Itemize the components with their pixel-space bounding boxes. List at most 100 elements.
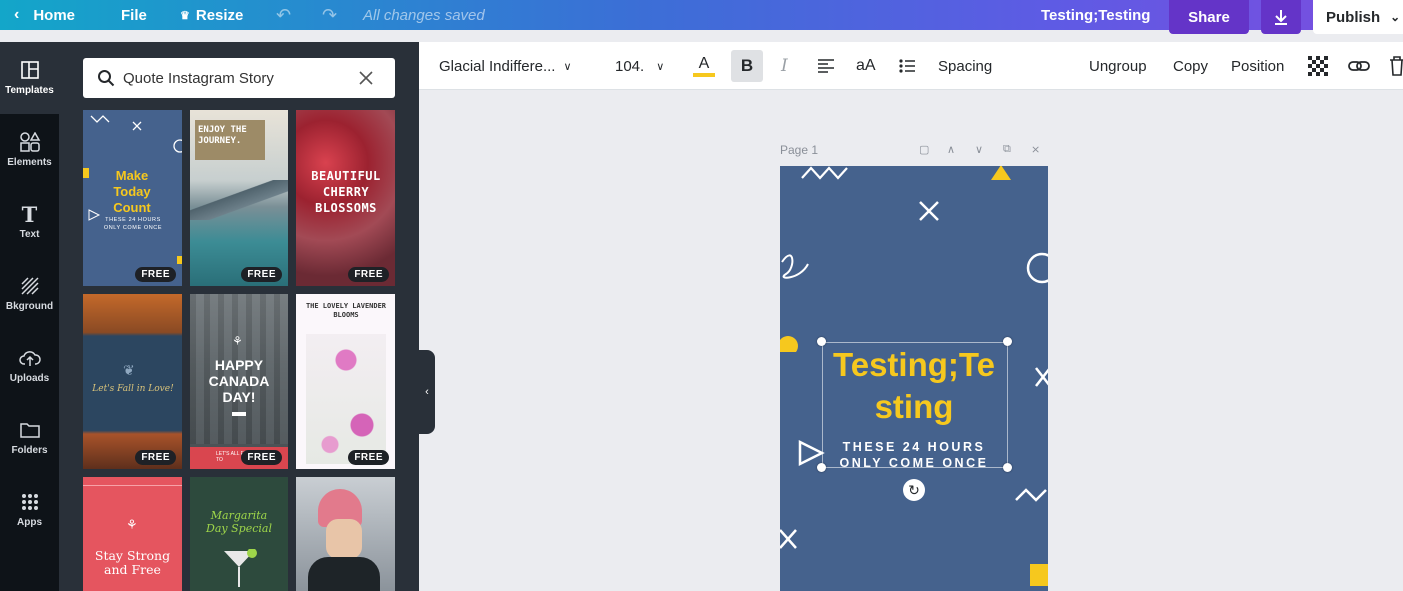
font-size-value: 104. [615,57,645,75]
cocktail-icon [224,549,257,587]
nav-elements[interactable]: Elements [0,114,59,186]
chevron-left-icon: ‹ [425,386,429,398]
template-card[interactable]: ❦ Let's Fall in Love! FREE [83,294,182,469]
nav-background[interactable]: Bkground [0,258,59,330]
position-button[interactable]: Position [1231,42,1284,90]
face-image [326,519,362,559]
template-card[interactable]: Margarita Day Special [190,477,288,591]
apps-grid-icon [21,494,38,510]
template-card[interactable]: BEAUTIFUL CHERRY BLOSSOMS FREE [296,110,395,286]
home-button[interactable]: ‹ Home [14,0,75,30]
jacket-image [308,557,380,591]
font-size-select[interactable]: 104. ∨ [615,42,664,90]
undo-icon[interactable]: ↶ [276,0,291,30]
move-page-up-icon[interactable]: ∧ [947,143,955,156]
page-label: Page 1 [780,143,819,157]
italic-button[interactable]: I [781,42,788,90]
font-name: Glacial Indiffere... [439,57,556,75]
top-bar: ‹ Home File ♛ Resize ↶ ↷ All changes sav… [0,0,1403,34]
template-title: THE LOVELY LAVENDER BLOOMS [305,302,387,319]
resize-button[interactable]: ♛ Resize [180,0,243,30]
text-color-icon: A [698,54,710,72]
redo-icon[interactable]: ↷ [322,0,337,30]
nav-label: Text [19,229,40,240]
folder-icon [19,423,40,438]
free-badge: FREE [135,267,176,282]
free-badge: FREE [241,267,282,282]
link-icon [1348,61,1370,71]
copy-button[interactable]: Copy [1173,42,1208,90]
spacing-button[interactable]: Spacing [938,42,992,90]
move-page-down-icon[interactable]: ∨ [975,143,983,156]
delete-button[interactable] [1389,42,1403,90]
template-title: Stay Strong and Free [94,548,171,577]
template-search[interactable] [83,58,395,98]
template-title-text: ENJOY THE JOURNEY. [198,125,247,146]
text-toolbar: Glacial Indiffere... ∨ 104. ∨ A B I aA S… [419,42,1403,90]
file-menu-button[interactable]: File [121,0,147,30]
crown-icon: ♛ [180,9,190,22]
design-canvas[interactable]: Testing;Te sting THESE 24 HOURS ONLY COM… [780,166,1048,591]
nav-label: Folders [11,445,48,456]
align-left-icon [818,59,834,73]
nav-folders[interactable]: Folders [0,402,59,474]
transparency-button[interactable] [1308,42,1328,90]
ungroup-button[interactable]: Ungroup [1089,42,1147,90]
bold-button[interactable]: B [731,50,763,82]
templates-icon [20,61,39,79]
delete-page-icon[interactable]: ⨯ [1031,143,1040,156]
mountain-image [190,180,288,220]
template-card[interactable] [296,477,395,591]
transparency-icon [1308,56,1328,76]
nav-templates[interactable]: Templates [0,42,59,114]
nav-apps[interactable]: Apps [0,474,59,546]
nav-label: Templates [5,85,54,96]
headline-text[interactable]: Testing;Te sting [820,344,1008,428]
divider [83,485,182,486]
template-title: HAPPY CANADA DAY! [208,357,270,405]
maple-leaf-icon: ⚘ [232,334,243,348]
link-button[interactable] [1348,42,1370,90]
nav-label: Elements [7,157,52,168]
template-card[interactable]: ENJOY THE JOURNEY. FREE [190,110,288,286]
template-subtitle: THESE 24 HOURS ONLY COME ONCE [103,217,163,231]
template-card[interactable]: ⚘ HAPPY CANADA DAY! LET'S ALL FUN TO FRE… [190,294,288,469]
chevron-down-icon: ∨ [656,60,665,73]
collapse-panel-button[interactable]: ‹ [419,350,435,434]
maple-leaf-icon: ⚘ [126,517,138,532]
resize-handle[interactable] [1003,463,1012,472]
template-card[interactable]: THE LOVELY LAVENDER BLOOMS FREE [296,294,395,469]
clear-search-icon[interactable] [359,71,373,85]
side-nav-rail: Templates Elements T Text Bkground Uploa… [0,42,59,591]
elements-icon [19,132,40,152]
nav-text[interactable]: T Text [0,186,59,258]
free-badge: FREE [241,450,282,465]
duplicate-page-icon[interactable]: ⧉ [1003,143,1011,156]
align-button[interactable] [817,42,835,90]
nav-label: Uploads [9,373,50,384]
letter-case-button[interactable]: aA [856,42,876,90]
publish-button[interactable]: Publish ⌄ [1313,0,1403,34]
template-card[interactable]: ⚘ Stay Strong and Free [83,477,182,591]
search-icon [98,70,115,87]
template-title: Margarita Day Special [206,509,272,535]
document-title[interactable]: Testing;Testing [1041,0,1150,30]
font-family-select[interactable]: Glacial Indiffere... ∨ [439,42,572,90]
templates-panel: Make Today Count THESE 24 HOURS ONLY COM… [59,42,419,591]
template-card[interactable]: Make Today Count THESE 24 HOURS ONLY COM… [83,110,182,286]
download-button[interactable] [1261,0,1301,34]
trash-icon [1390,56,1403,76]
divider [232,412,246,416]
rotate-handle-icon[interactable]: ↻ [903,479,925,501]
text-color-button[interactable]: A [693,42,715,90]
page-notes-icon[interactable]: ▢ [919,143,929,156]
download-icon [1275,10,1287,25]
chevron-left-icon: ‹ [14,6,20,23]
search-input[interactable] [123,69,353,87]
nav-uploads[interactable]: Uploads [0,330,59,402]
share-button[interactable]: Share [1169,0,1249,34]
free-badge: FREE [348,267,389,282]
nav-label: Apps [17,517,42,528]
subline-text[interactable]: THESE 24 HOURS ONLY COME ONCE [824,439,1004,471]
list-button[interactable] [899,42,915,90]
